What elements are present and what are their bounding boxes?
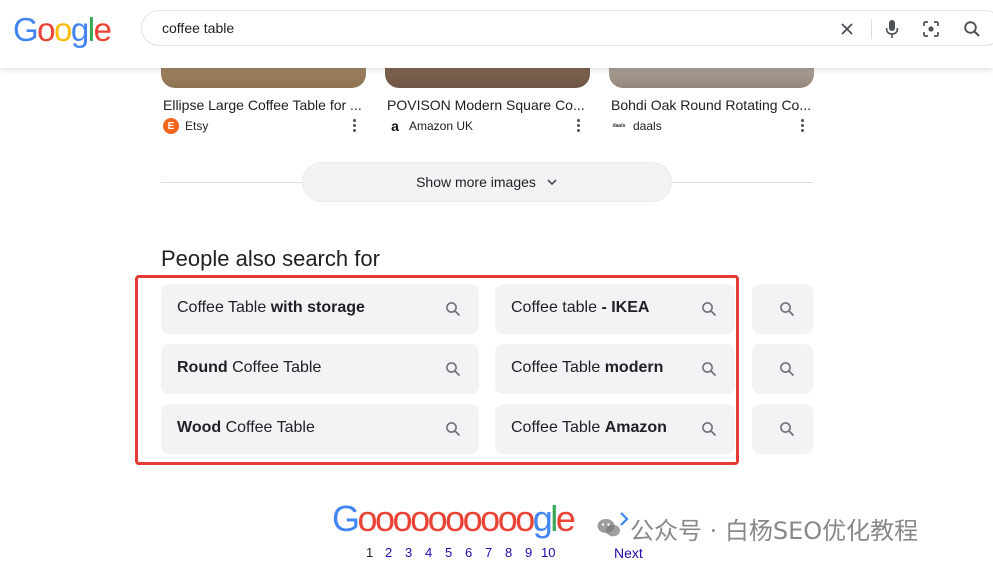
next-page-link[interactable]: Next (614, 545, 643, 561)
show-more-images-button[interactable]: Show more images (302, 162, 672, 202)
watermark-text: 公众号 · 白杨SEO优化教程 (630, 516, 919, 545)
page-link[interactable]: 4 (425, 545, 432, 560)
image-title[interactable]: POVISON Modern Square Co... (387, 97, 587, 113)
search-header: Google coffee table (0, 0, 993, 68)
search-icon (780, 422, 795, 437)
image-source[interactable]: E Etsy (163, 118, 208, 134)
logo-letter: o (54, 11, 72, 48)
pager-logo-middle: oooooooooo (357, 498, 536, 539)
search-icon (446, 302, 461, 317)
related-search-chip[interactable] (752, 344, 813, 394)
related-search-chip[interactable]: Coffee Table with storage (161, 284, 479, 334)
lens-icon[interactable] (919, 17, 943, 41)
logo-letter: e (93, 11, 112, 48)
more-options-icon[interactable] (351, 118, 357, 134)
related-search-label: Wood Coffee Table (177, 419, 315, 436)
related-search-chip[interactable]: Wood Coffee Table (161, 404, 479, 454)
search-icon (702, 362, 717, 377)
logo-letter: G (13, 11, 39, 48)
page-link[interactable]: 9 (525, 545, 532, 560)
image-title[interactable]: Bohdi Oak Round Rotating Co... (611, 97, 811, 113)
pagination-pages: 1 2 3 4 5 6 7 8 9 10 (0, 545, 993, 563)
show-more-label: Show more images (416, 174, 536, 190)
pager-logo-first: G (332, 498, 360, 539)
people-also-search-title: People also search for (161, 246, 380, 271)
search-icon (702, 302, 717, 317)
page-link[interactable]: 7 (485, 545, 492, 560)
google-logo[interactable]: Google (13, 10, 112, 50)
image-title[interactable]: Ellipse Large Coffee Table for ... (163, 97, 363, 113)
related-search-chip[interactable]: Coffee Table modern (495, 344, 735, 394)
amazon-icon: a (387, 118, 403, 134)
page-link[interactable]: 2 (385, 545, 392, 560)
logo-letter: o (37, 11, 55, 48)
related-search-chip[interactable]: Round Coffee Table (161, 344, 479, 394)
page-link: 1 (366, 545, 374, 560)
more-options-icon[interactable] (799, 118, 805, 134)
related-search-label: Coffee Table Amazon (511, 419, 667, 436)
search-input[interactable]: coffee table (162, 20, 234, 36)
page-link[interactable]: 6 (465, 545, 472, 560)
source-name: Amazon UK (409, 119, 474, 133)
more-options-icon[interactable] (575, 118, 581, 134)
logo-letter: g (70, 11, 89, 48)
page-link[interactable]: 8 (505, 545, 512, 560)
search-box-divider (871, 19, 872, 39)
related-search-label: Coffee Table modern (511, 359, 664, 376)
search-icon (780, 302, 795, 317)
pager-logo-letter: g (532, 498, 553, 539)
wechat-icon (597, 519, 620, 537)
source-name: Etsy (185, 119, 209, 133)
image-source[interactable]: a Amazon UK (387, 118, 473, 134)
pagination-logo: Goooooooooogle (332, 497, 576, 541)
image-source[interactable]: daals daals (611, 118, 662, 134)
pager-logo-letter: e (555, 498, 576, 539)
daals-icon: daals (611, 118, 627, 134)
microphone-icon[interactable] (880, 17, 904, 41)
page-link[interactable]: 10 (541, 545, 555, 560)
search-icon (446, 422, 461, 437)
related-search-chip[interactable] (752, 284, 813, 334)
source-name: daals (633, 119, 662, 133)
pager-logo-last: gle (532, 497, 576, 541)
chevron-down-icon (547, 179, 557, 186)
related-search-chip[interactable] (752, 404, 813, 454)
related-search-chip[interactable]: Coffee table - IKEA (495, 284, 735, 334)
search-icon (780, 362, 795, 377)
search-icon (702, 422, 717, 437)
clear-icon[interactable] (835, 17, 859, 41)
related-search-chip[interactable]: Coffee Table Amazon (495, 404, 735, 454)
page-link[interactable]: 5 (445, 545, 452, 560)
related-search-label: Coffee table - IKEA (511, 299, 650, 316)
etsy-icon: E (163, 118, 179, 134)
related-search-label: Round Coffee Table (177, 359, 322, 376)
watermark: 公众号 · 白杨SEO优化教程 (596, 512, 919, 545)
search-icon[interactable] (960, 17, 984, 41)
search-box[interactable]: coffee table (141, 10, 993, 46)
search-icon (446, 362, 461, 377)
page-link[interactable]: 3 (405, 545, 412, 560)
related-search-label: Coffee Table with storage (177, 299, 365, 316)
